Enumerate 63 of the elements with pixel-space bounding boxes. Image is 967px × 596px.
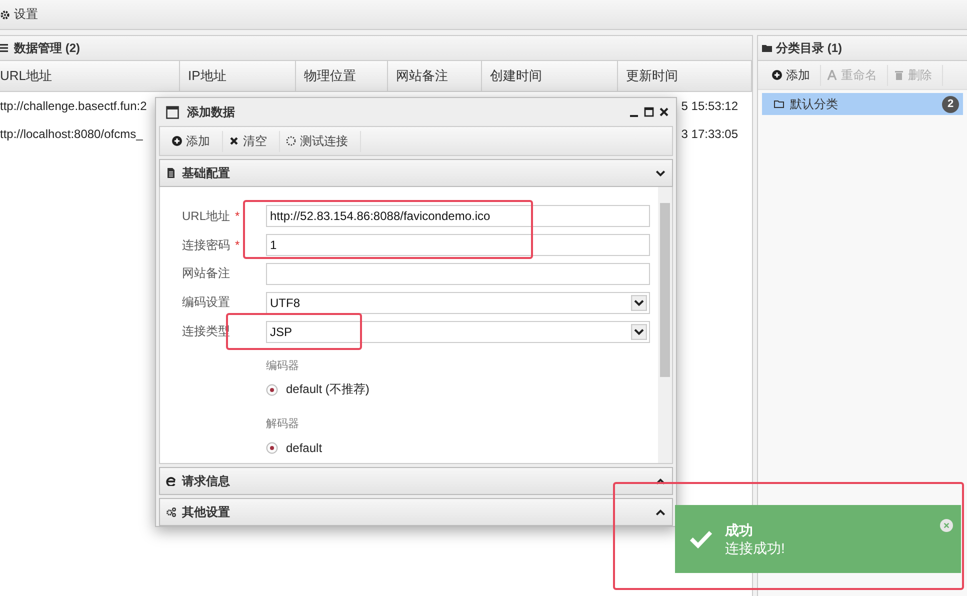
folder-icon — [774, 99, 784, 109]
spinner-icon — [286, 136, 296, 146]
close-icon[interactable] — [659, 107, 669, 117]
chevron-icon — [655, 168, 666, 178]
panel-title: 分类目录 (1) — [776, 40, 842, 56]
table-cell: 3 17:33:05 — [681, 127, 738, 141]
trash-icon — [894, 70, 904, 80]
toolbar-button[interactable]: 添加 — [768, 64, 821, 86]
toolbar-button[interactable]: 清空 — [223, 130, 280, 152]
dialog-title: 添加数据 — [187, 104, 236, 120]
toast-message: 连接成功! — [725, 540, 785, 558]
maximize-icon[interactable] — [644, 107, 654, 117]
group-label: 编码器 — [266, 358, 300, 374]
toolbar-button[interactable]: 添加 — [166, 130, 223, 152]
dropdown-field[interactable]: UTF8 — [266, 292, 650, 314]
text-field[interactable] — [266, 262, 650, 285]
list-icon — [0, 43, 10, 53]
cross-icon — [229, 136, 239, 146]
column-header[interactable]: 更新时间 — [618, 61, 752, 91]
letter-icon — [827, 70, 837, 80]
radio-option[interactable]: default (不推荐) — [266, 381, 370, 398]
table-cell: 5 15:53:12 — [681, 99, 738, 113]
document-icon — [166, 168, 176, 178]
text-field[interactable]: 1 — [266, 234, 650, 256]
column-header[interactable]: URL地址 — [0, 61, 180, 91]
settings-menu[interactable]: 设置 — [0, 6, 38, 23]
plus-icon — [772, 70, 782, 80]
table-cell: ttp://localhost:8080/ofcms_ — [0, 127, 143, 141]
field-label: 连接密码 — [182, 238, 230, 252]
toolbar-button[interactable]: 测试连接 — [280, 130, 361, 152]
required-mark: * — [235, 238, 240, 252]
column-header[interactable]: 物理位置 — [296, 61, 388, 91]
toast-title: 成功 — [725, 522, 753, 540]
window-icon — [166, 106, 179, 118]
section-header[interactable]: 基础配置 — [159, 159, 673, 187]
column-header[interactable]: IP地址 — [180, 61, 296, 91]
section-header[interactable]: 请求信息 — [159, 467, 673, 495]
gears-icon — [166, 507, 176, 517]
category-item[interactable]: 默认分类 2 — [762, 93, 963, 115]
dropdown-field[interactable]: JSP — [266, 320, 650, 343]
section-header[interactable]: 其他设置 — [159, 498, 673, 526]
column-header[interactable]: 网站备注 — [388, 61, 482, 91]
plus-icon — [172, 136, 182, 146]
chevron-icon — [655, 476, 666, 486]
chevron-icon — [655, 506, 666, 518]
table-cell: ttp://challenge.basectf.fun:2 — [0, 99, 147, 113]
browser-icon — [166, 476, 176, 486]
text-field[interactable]: http://52.83.154.86:8088/favicondemo.ico — [266, 205, 650, 228]
field-label: 网站备注 — [182, 266, 230, 280]
count-badge: 2 — [942, 96, 959, 112]
folder-icon — [762, 43, 772, 53]
panel-title: 数据管理 (2) — [14, 40, 80, 56]
dropdown-icon — [631, 324, 647, 340]
dropdown-icon — [631, 294, 647, 311]
scrollbar[interactable] — [658, 187, 672, 463]
radio-option[interactable]: default — [266, 440, 322, 457]
column-header[interactable]: 创建时间 — [482, 61, 618, 91]
checkmark-icon — [689, 529, 713, 549]
required-mark: * — [235, 208, 240, 223]
field-label: URL地址 — [182, 208, 230, 223]
field-label: 编码设置 — [182, 295, 230, 310]
gear-icon — [0, 10, 10, 20]
group-label: 解码器 — [266, 417, 300, 432]
